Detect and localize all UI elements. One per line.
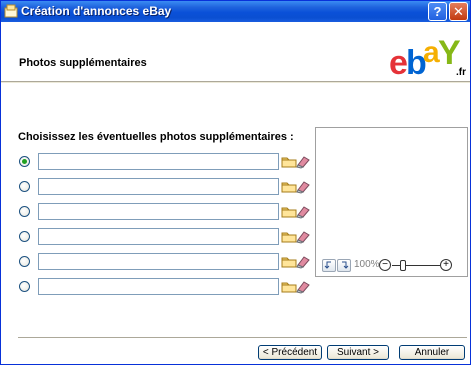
eraser-icon[interactable] — [295, 254, 311, 269]
window-title: Création d'annonces eBay — [21, 4, 172, 18]
eraser-icon[interactable] — [295, 204, 311, 219]
photo-path-field-3[interactable] — [38, 203, 279, 220]
photo-path-field-2[interactable] — [38, 178, 279, 195]
photo-row-6 — [19, 278, 311, 295]
instruction-text: Choisissez les éventuelles photos supplé… — [18, 131, 294, 143]
photo-radio-6[interactable] — [19, 281, 30, 292]
eraser-icon[interactable] — [295, 179, 311, 194]
page-title: Photos supplémentaires — [19, 57, 147, 69]
rotate-left-icon[interactable] — [322, 259, 336, 272]
previous-button[interactable]: < Précédent — [258, 345, 322, 360]
photo-path-field-5[interactable] — [38, 253, 279, 270]
eraser-icon[interactable] — [295, 154, 311, 169]
photo-path-field-6[interactable] — [38, 278, 279, 295]
photo-row-5 — [19, 253, 311, 270]
photo-radio-4[interactable] — [19, 231, 30, 242]
cancel-button[interactable]: Annuler — [399, 345, 465, 360]
photo-path-field-4[interactable] — [38, 228, 279, 245]
footer-separator — [18, 337, 467, 339]
photo-path-field-1[interactable] — [38, 153, 279, 170]
eraser-icon[interactable] — [295, 229, 311, 244]
photo-row-1 — [19, 153, 311, 170]
photo-row-4 — [19, 228, 311, 245]
wizard-header: Photos supplémentaires e b a Y .fr — [1, 22, 470, 82]
zoom-bar: 100% − + — [322, 258, 463, 274]
title-bar[interactable]: Création d'annonces eBay ? ✕ — [1, 1, 470, 22]
photo-radio-5[interactable] — [19, 256, 30, 267]
eraser-icon[interactable] — [295, 279, 311, 294]
svg-text:.fr: .fr — [456, 67, 466, 78]
app-icon — [4, 4, 18, 18]
photo-preview-panel: 100% − + — [315, 127, 468, 277]
help-button[interactable]: ? — [428, 2, 447, 21]
photo-row-3 — [19, 203, 311, 220]
zoom-in-icon[interactable]: + — [440, 259, 452, 271]
zoom-out-icon[interactable]: − — [379, 259, 391, 271]
wizard-body: Choisissez les éventuelles photos supplé… — [1, 83, 470, 364]
zoom-level: 100% — [354, 259, 380, 270]
zoom-slider-thumb[interactable] — [400, 260, 406, 271]
photo-radio-1[interactable] — [19, 156, 30, 167]
next-button[interactable]: Suivant > — [327, 345, 389, 360]
close-button[interactable]: ✕ — [449, 2, 468, 21]
photo-row-2 — [19, 178, 311, 195]
photo-radio-3[interactable] — [19, 206, 30, 217]
ebay-logo: e b a Y .fr — [389, 34, 466, 80]
photo-radio-2[interactable] — [19, 181, 30, 192]
rotate-right-icon[interactable] — [337, 259, 351, 272]
wizard-window: Création d'annonces eBay ? ✕ Photos supp… — [0, 0, 471, 365]
